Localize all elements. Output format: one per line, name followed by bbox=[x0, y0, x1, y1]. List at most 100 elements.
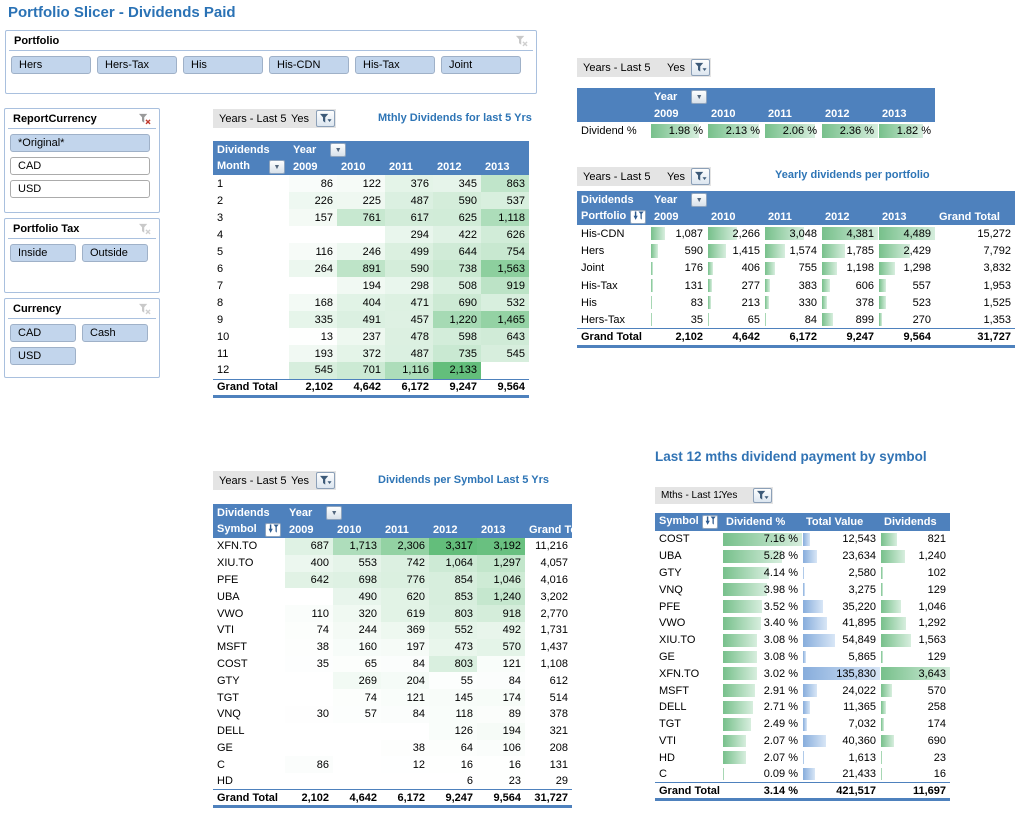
table-row: Dividend %1.98 %2.13 %2.06 %2.36 %1.82 % bbox=[577, 122, 935, 140]
value-cell: 2.07 % bbox=[722, 749, 802, 766]
sort-filter-icon[interactable] bbox=[265, 523, 281, 537]
row-grand-total: 1,353 bbox=[935, 311, 1015, 328]
value-cell: 523 bbox=[878, 294, 935, 311]
value-cell: 1,240 bbox=[477, 588, 525, 605]
value-cell: 369 bbox=[381, 622, 429, 639]
row-label: XFN.TO bbox=[655, 665, 722, 682]
value-cell: 1.98 % bbox=[650, 122, 707, 140]
row-label: 5 bbox=[213, 243, 289, 260]
row-label: VTI bbox=[213, 622, 285, 639]
slicer-item-cash[interactable]: Cash bbox=[82, 324, 148, 342]
value-cell: 2.36 % bbox=[821, 122, 878, 140]
table-row: GTY2692045584612 bbox=[213, 672, 572, 689]
table-row: GTY4.14 %2,580102 bbox=[655, 565, 950, 582]
value-cell bbox=[285, 723, 333, 740]
value-cell: 406 bbox=[707, 260, 764, 277]
slicer-item-joint[interactable]: Joint bbox=[441, 56, 521, 74]
row-label: His-CDN bbox=[577, 225, 650, 242]
row-label: UBA bbox=[655, 548, 722, 565]
value-cell: 89 bbox=[477, 706, 525, 723]
table-row: DELL2.71 %11,365258 bbox=[655, 699, 950, 716]
value-cell: 570 bbox=[477, 639, 525, 656]
value-cell bbox=[333, 756, 381, 773]
slicer-item--original-[interactable]: *Original* bbox=[10, 134, 150, 152]
value-cell: 74 bbox=[285, 622, 333, 639]
row-field: Symbol bbox=[213, 521, 285, 538]
chevron-down-icon[interactable]: ▼ bbox=[691, 193, 707, 207]
chevron-down-icon[interactable]: ▼ bbox=[691, 90, 707, 104]
table-row: His832133303785231,525 bbox=[577, 294, 1015, 311]
table-row: HD62329 bbox=[213, 773, 572, 790]
filter-dropdown-button[interactable] bbox=[316, 110, 335, 127]
row-label: 9 bbox=[213, 311, 289, 328]
clear-filter-button[interactable] bbox=[135, 222, 153, 236]
clear-filter-button[interactable] bbox=[135, 302, 153, 316]
value-cell: 755 bbox=[764, 260, 821, 277]
clear-filter-button[interactable] bbox=[512, 34, 530, 48]
value-cell: 1,116 bbox=[385, 362, 433, 379]
value-cell: 345 bbox=[433, 175, 481, 192]
table-row: DELL126194321 bbox=[213, 723, 572, 740]
column-header: Total Value bbox=[802, 513, 880, 531]
filter-dropdown-button[interactable] bbox=[691, 168, 710, 185]
filter-dropdown-button[interactable] bbox=[316, 472, 335, 489]
slicer-item-usd[interactable]: USD bbox=[10, 347, 76, 365]
slicer-item-his-cdn[interactable]: His-CDN bbox=[269, 56, 349, 74]
column-field: Year▼ bbox=[289, 141, 529, 158]
slicer-item-hers-tax[interactable]: Hers-Tax bbox=[97, 56, 177, 74]
chevron-down-icon[interactable]: ▼ bbox=[330, 143, 346, 157]
value-cell: 490 bbox=[333, 588, 381, 605]
value-cell: 617 bbox=[385, 209, 433, 226]
slicer-item-cad[interactable]: CAD bbox=[10, 157, 150, 175]
table-row: VNQ3.98 %3,275129 bbox=[655, 581, 950, 598]
value-cell: 553 bbox=[333, 555, 381, 572]
value-cell: 1,118 bbox=[481, 209, 529, 226]
sort-filter-icon[interactable] bbox=[630, 210, 646, 224]
value-cell: 1,292 bbox=[880, 615, 950, 632]
value-cell: 557 bbox=[878, 277, 935, 294]
slicer-item-hers[interactable]: Hers bbox=[11, 56, 91, 74]
monthly-dividends-pivot: DividendsYear▼Month▼20092010201120122013… bbox=[213, 141, 529, 398]
table-row: VNQ30578411889378 bbox=[213, 706, 572, 723]
value-cell: 277 bbox=[707, 277, 764, 294]
table-row: XIU.TO4005537421,0641,2974,057 bbox=[213, 555, 572, 572]
slicer-item-usd[interactable]: USD bbox=[10, 180, 150, 198]
value-cell: 320 bbox=[333, 605, 381, 622]
row-label: Hers bbox=[577, 242, 650, 259]
slicer-item-outside[interactable]: Outside bbox=[82, 244, 148, 262]
value-cell: 1,046 bbox=[880, 598, 950, 615]
value-cell: 863 bbox=[481, 175, 529, 192]
value-cell: 2,429 bbox=[878, 242, 935, 259]
row-label: Joint bbox=[577, 260, 650, 277]
grand-total-row: Grand Total2,1024,6426,1729,2479,564 bbox=[213, 379, 529, 396]
value-cell: 258 bbox=[880, 699, 950, 716]
row-grand-total: 4,057 bbox=[525, 555, 572, 572]
value-cell: 244 bbox=[333, 622, 381, 639]
filter-dropdown-button[interactable] bbox=[753, 488, 772, 503]
value-cell: 23 bbox=[880, 749, 950, 766]
value-cell: 3.52 % bbox=[722, 598, 802, 615]
sort-filter-icon[interactable] bbox=[702, 515, 718, 529]
value-cell: 3,048 bbox=[764, 225, 821, 242]
filter-dropdown-button[interactable] bbox=[691, 59, 710, 76]
column-header: 2011 bbox=[764, 208, 821, 225]
value-cell: 84 bbox=[764, 311, 821, 328]
slicer-item-his[interactable]: His bbox=[183, 56, 263, 74]
table-row: MSFT2.91 %24,022570 bbox=[655, 682, 950, 699]
slicer-item-cad[interactable]: CAD bbox=[10, 324, 76, 342]
table-row: 5116246499644754 bbox=[213, 243, 529, 260]
value-cell: 65 bbox=[333, 656, 381, 673]
slicer-header: Portfolio bbox=[9, 31, 533, 51]
chevron-down-icon[interactable]: ▼ bbox=[326, 506, 342, 520]
clear-filter-button[interactable] bbox=[135, 112, 153, 126]
table-row: XFN.TO6871,7132,3063,3173,19211,216 bbox=[213, 538, 572, 555]
value-cell bbox=[285, 588, 333, 605]
slicer-item-his-tax[interactable]: His-Tax bbox=[355, 56, 435, 74]
slicer-item-inside[interactable]: Inside bbox=[10, 244, 76, 262]
value-cell: 3.08 % bbox=[722, 632, 802, 649]
value-cell: 3.40 % bbox=[722, 615, 802, 632]
table-row: Joint1764067551,1981,2983,832 bbox=[577, 260, 1015, 277]
column-field: Year▼ bbox=[650, 191, 935, 208]
chevron-down-icon[interactable]: ▼ bbox=[269, 160, 285, 174]
row-grand-total: 3,832 bbox=[935, 260, 1015, 277]
